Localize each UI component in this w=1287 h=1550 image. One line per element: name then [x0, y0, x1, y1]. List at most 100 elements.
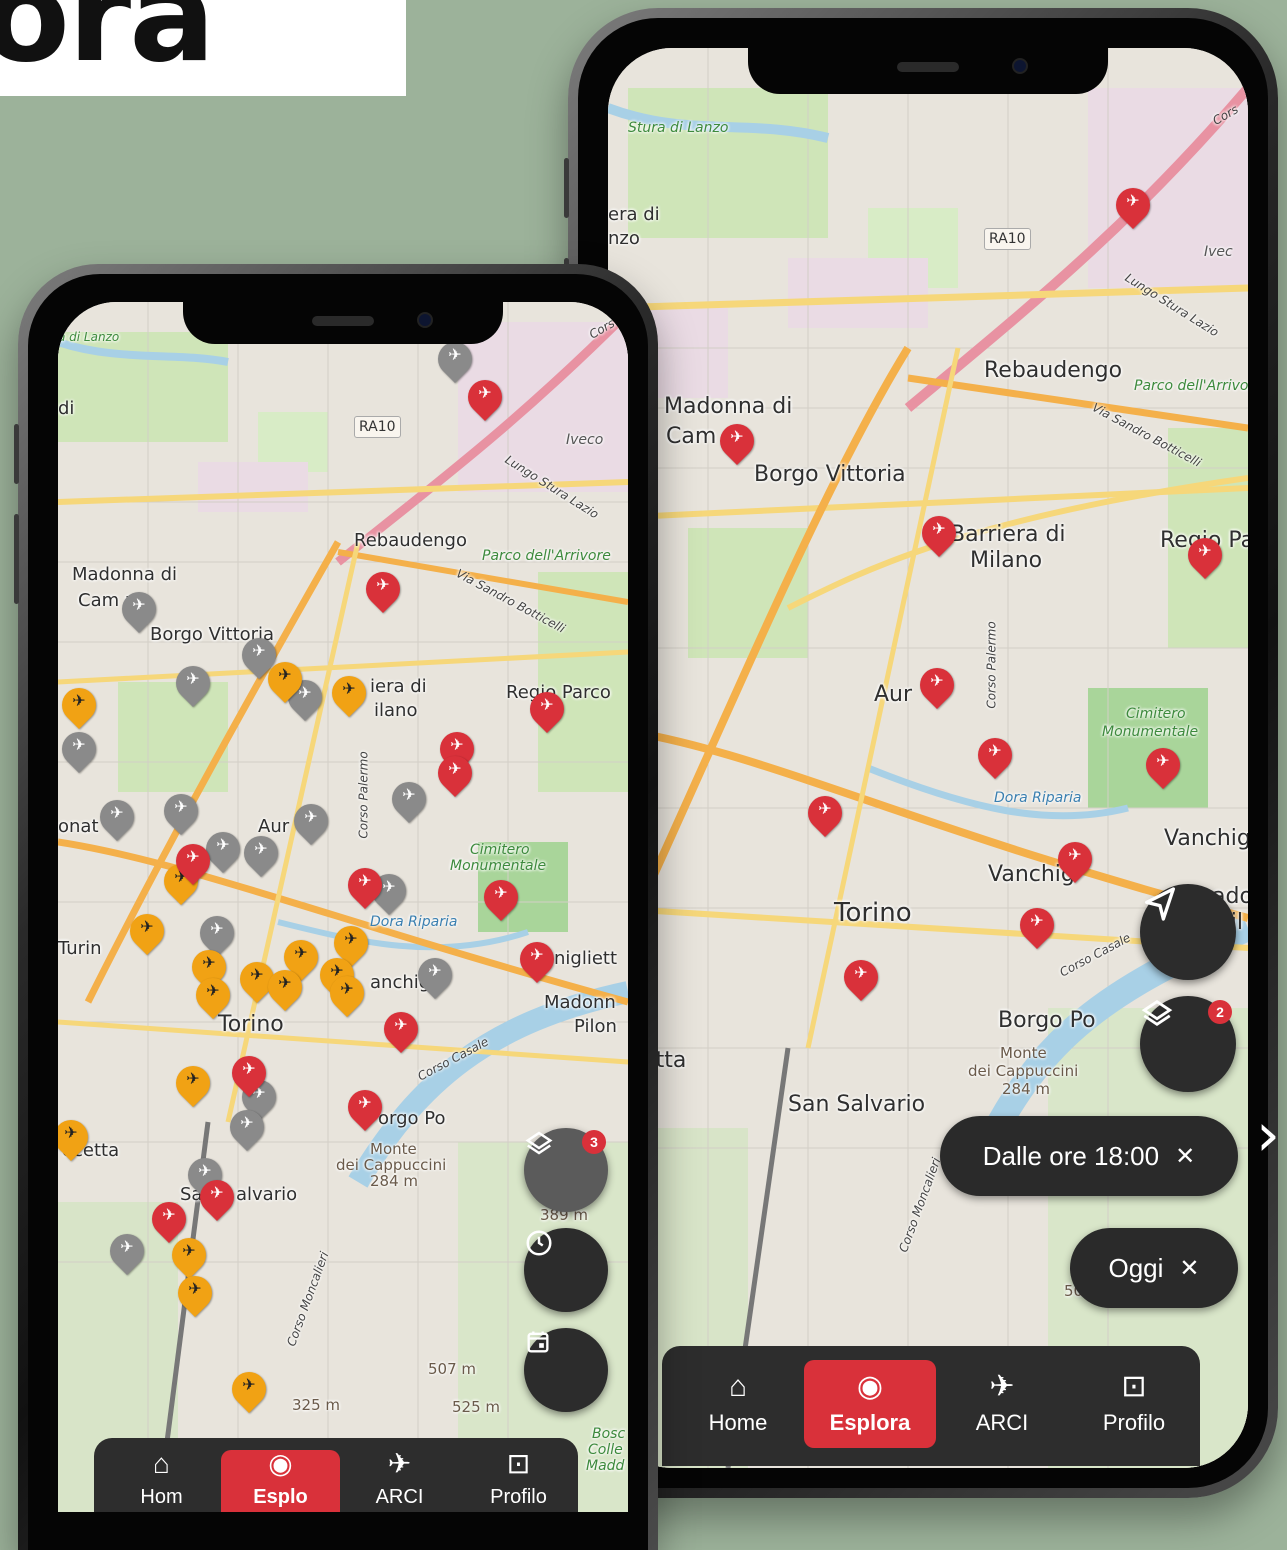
event-pin[interactable]: ✈ — [236, 828, 286, 878]
map-label: Madonna di — [664, 394, 793, 419]
event-pin[interactable]: ✈ — [198, 824, 248, 874]
time-filter-button[interactable] — [524, 1228, 608, 1312]
map-label: ilano — [374, 700, 418, 721]
event-pin[interactable]: ✈ — [340, 860, 390, 910]
event-pin[interactable]: ✈ — [224, 1364, 274, 1414]
event-pin[interactable]: ✈ — [168, 836, 218, 886]
event-pin[interactable]: ✈ — [476, 872, 526, 922]
event-pin[interactable]: ✈ — [1012, 900, 1062, 950]
event-pin[interactable]: ✈ — [430, 748, 480, 798]
layers-count-badge: 3 — [582, 1130, 606, 1154]
event-pin[interactable]: ✈ — [322, 968, 372, 1018]
event-pin[interactable]: ✈ — [192, 1172, 242, 1222]
event-pin[interactable]: ✈ — [188, 970, 238, 1020]
map-label: Cimitero — [1126, 706, 1186, 722]
event-pin[interactable]: ✈ — [914, 508, 964, 558]
event-pin[interactable]: ✈ — [260, 654, 310, 704]
event-pin[interactable]: ✈ — [324, 668, 374, 718]
map-label: Dora Riparia — [994, 790, 1082, 806]
event-pin[interactable]: ✈ — [102, 1226, 152, 1276]
nav-profilo[interactable]: ⊡ Profilo — [459, 1450, 578, 1512]
event-pin[interactable]: ✈ — [1108, 180, 1158, 230]
nav-home[interactable]: ⌂ Hom — [102, 1450, 221, 1512]
road-shield: RA10 — [984, 228, 1031, 250]
nav-label: Hom — [140, 1486, 183, 1508]
map-label: Borgo Vittoria — [754, 462, 906, 487]
map-label: Corso Palermo — [356, 751, 371, 839]
event-pin[interactable]: ✈ — [156, 786, 206, 836]
map-label: Rebaudengo — [984, 358, 1123, 383]
map-label: orgo Po — [378, 1108, 446, 1129]
event-pin[interactable]: ✈ — [224, 1048, 274, 1098]
event-pin[interactable]: ✈ — [170, 1268, 220, 1318]
map-label: Barriera di — [950, 522, 1066, 547]
event-pin[interactable]: ✈ — [1180, 530, 1230, 580]
event-pin[interactable]: ✈ — [222, 1102, 272, 1152]
event-pin[interactable]: ✈ — [1138, 740, 1188, 790]
front-phone-side-button — [14, 424, 19, 484]
layers-button[interactable]: 2 — [1140, 996, 1236, 1092]
event-pin[interactable]: ✈ — [92, 792, 142, 842]
event-pin[interactable]: ✈ — [260, 962, 310, 1012]
nav-arci[interactable]: ✈ ARCI — [936, 1360, 1068, 1448]
map-label: Monumentale — [450, 858, 547, 874]
map-label: 507 m — [428, 1360, 477, 1378]
close-icon[interactable]: ✕ — [1179, 1254, 1199, 1283]
event-pin[interactable]: ✈ — [800, 788, 850, 838]
locate-button[interactable] — [1140, 884, 1236, 980]
nav-profilo[interactable]: ⊡ Profilo — [1068, 1360, 1200, 1448]
filter-chip-time[interactable]: Dalle ore 18:00 ✕ — [940, 1116, 1238, 1196]
close-icon[interactable]: ✕ — [1175, 1142, 1195, 1171]
map-label: Madd — [586, 1458, 625, 1474]
event-pin[interactable]: ✈ — [286, 796, 336, 846]
event-pin[interactable]: ✈ — [164, 1230, 214, 1280]
event-pin[interactable]: ✈ — [168, 1058, 218, 1108]
event-pin[interactable]: ✈ — [58, 680, 104, 730]
map-label: di — [58, 398, 75, 419]
event-pin[interactable]: ✈ — [376, 1004, 426, 1054]
chip-label: Oggi — [1108, 1252, 1164, 1283]
event-pin[interactable]: ✈ — [460, 372, 510, 422]
home-icon: ⌂ — [153, 1448, 170, 1479]
event-pin[interactable]: ✈ — [58, 1112, 96, 1162]
event-pin[interactable]: ✈ — [970, 730, 1020, 780]
event-pin[interactable]: ✈ — [836, 952, 886, 1002]
event-pin[interactable]: ✈ — [522, 684, 572, 734]
front-phone-notch — [183, 302, 503, 344]
calendar-icon — [527, 1331, 549, 1353]
nav-esplora[interactable]: ◉ Esplo — [221, 1450, 340, 1512]
nav-esplora[interactable]: ◉ Esplora — [804, 1360, 936, 1448]
front-map[interactable]: a di Lanzo di RA10 Iveco Lungo Stura Laz… — [58, 302, 628, 1512]
event-pin[interactable]: ✈ — [358, 564, 408, 614]
nav-label: Esplora — [829, 1410, 911, 1435]
event-pin[interactable]: ✈ — [144, 1194, 194, 1244]
nav-home[interactable]: ⌂ Home — [672, 1360, 804, 1448]
event-pin[interactable]: ✈ — [58, 724, 104, 774]
map-label: Stura di Lanzo — [628, 120, 729, 136]
map-label: Aur — [874, 682, 913, 707]
map-label: alvario — [236, 1184, 298, 1205]
event-pin[interactable]: ✈ — [114, 584, 164, 634]
event-pin[interactable]: ✈ — [912, 660, 962, 710]
compass-icon: ◉ — [856, 1370, 884, 1403]
event-pin[interactable]: ✈ — [712, 416, 762, 466]
map-label: 325 m — [292, 1396, 341, 1414]
road-shield: RA10 — [354, 416, 401, 438]
event-pin[interactable]: ✈ — [384, 774, 434, 824]
filter-chip-date[interactable]: Oggi ✕ — [1070, 1228, 1238, 1308]
event-pin[interactable]: ✈ — [1050, 834, 1100, 884]
back-map[interactable]: Stura di Lanzo era di nzo RA10 Ivec Lung… — [608, 48, 1248, 1468]
nav-arci[interactable]: ✈ ARCI — [340, 1450, 459, 1512]
event-pin[interactable]: ✈ — [430, 334, 480, 384]
map-label: Turin — [58, 938, 102, 959]
event-pin[interactable]: ✈ — [122, 906, 172, 956]
map-label: Vanchiglie — [1164, 826, 1248, 851]
event-pin[interactable]: ✈ — [512, 934, 562, 984]
event-pin[interactable]: ✈ — [410, 950, 460, 1000]
event-pin[interactable]: ✈ — [340, 1082, 390, 1132]
layers-button[interactable]: 3 — [524, 1128, 608, 1212]
next-chevron-icon[interactable]: › — [1256, 1100, 1280, 1170]
event-pin[interactable]: ✈ — [168, 658, 218, 708]
date-filter-button[interactable] — [524, 1328, 608, 1412]
map-label: Monumentale — [1102, 724, 1199, 740]
